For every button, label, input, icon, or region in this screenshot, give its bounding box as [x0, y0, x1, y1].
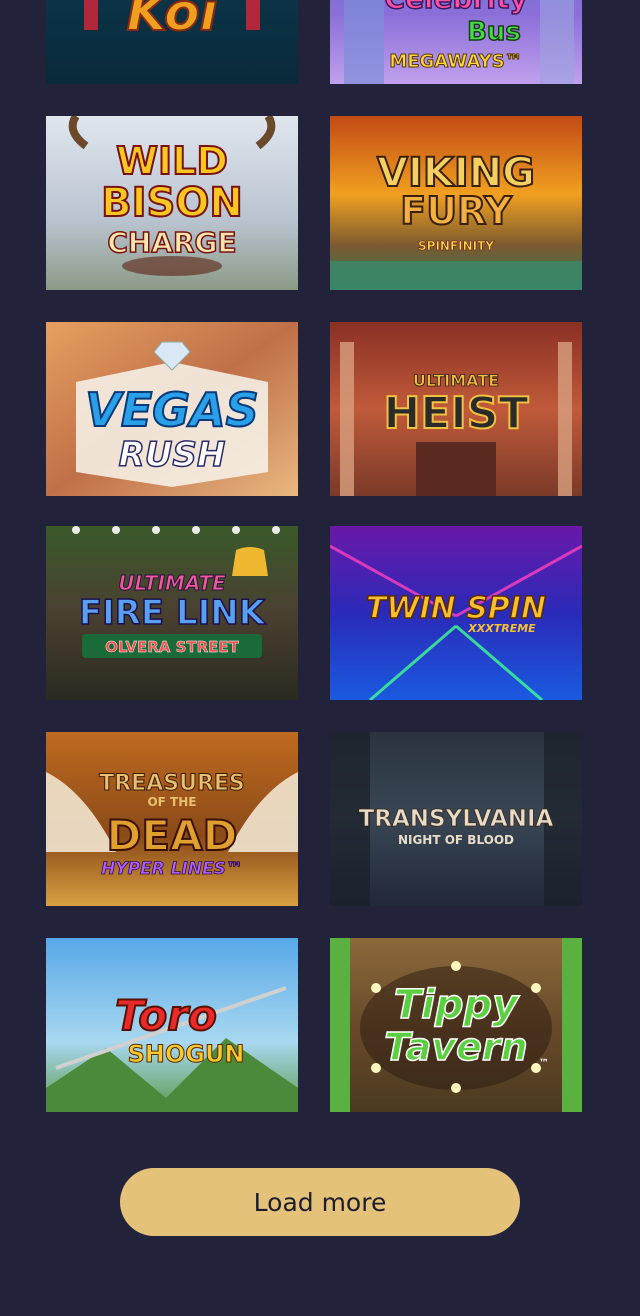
game-title-line2: Bus [467, 17, 521, 47]
game-thumbnail: VEGAS RUSH [46, 322, 298, 496]
game-grid-page: Koi Celebrity Bus MEGAWAYS™ [0, 0, 640, 1316]
game-thumbnail: ULTIMATE FIRE LINK OLVERA STREET [46, 526, 298, 700]
game-tile-celebrity-bus[interactable]: Celebrity Bus MEGAWAYS™ [330, 0, 582, 84]
game-thumbnail: Koi [46, 0, 298, 84]
game-subtitle: HYPER LINES™ [101, 859, 243, 879]
game-subtitle: XXXTREME [467, 622, 536, 635]
load-more-button[interactable]: Load more [120, 1168, 520, 1236]
game-thumbnail: TRANSYLVANIA NIGHT OF BLOOD [330, 732, 582, 906]
game-title-line1: TWIN SPIN [366, 591, 546, 626]
game-title-line1: TRANSYLVANIA [359, 806, 554, 832]
game-thumbnail: VIKING FURY SPINFINITY [330, 116, 582, 290]
game-tile-tippy-tavern[interactable]: Tippy Tavern ™ [330, 938, 582, 1112]
game-title-line1: WILD [116, 139, 228, 183]
game-subtitle: MEGAWAYS™ [389, 51, 522, 72]
game-thumbnail: Celebrity Bus MEGAWAYS™ [330, 0, 582, 84]
game-tile-viking-fury[interactable]: VIKING FURY SPINFINITY [330, 116, 582, 290]
game-title-line2: FIRE LINK [79, 593, 267, 633]
game-title-line3: CHARGE [107, 226, 236, 259]
game-title-line2: RUSH [119, 435, 226, 475]
game-thumbnail: TWIN SPIN XXXTREME [330, 526, 582, 700]
game-title-line1: Toro [115, 991, 217, 1040]
game-thumbnail: TREASURES OF THE DEAD HYPER LINES™ [46, 732, 298, 906]
game-title-line1: TREASURES [99, 771, 245, 796]
game-title-line1: Celebrity [384, 0, 527, 15]
game-tile-koi[interactable]: Koi [46, 0, 298, 84]
game-tile-transylvania-night-of-blood[interactable]: TRANSYLVANIA NIGHT OF BLOOD [330, 732, 582, 906]
game-tile-wild-bison-charge[interactable]: WILD BISON CHARGE [46, 116, 298, 290]
game-subtitle: NIGHT OF BLOOD [398, 833, 514, 847]
game-tile-twin-spin-xxxtreme[interactable]: TWIN SPIN XXXTREME [330, 526, 582, 700]
game-title-line2: FURY [400, 189, 512, 233]
game-thumbnail: Tippy Tavern ™ [330, 938, 582, 1112]
game-tile-toro-shogun[interactable]: Toro SHOGUN [46, 938, 298, 1112]
game-thumbnail: WILD BISON CHARGE [46, 116, 298, 290]
game-title-line1: ULTIMATE [118, 571, 226, 595]
game-thumbnail: Toro SHOGUN [46, 938, 298, 1112]
trademark-symbol: ™ [539, 1058, 549, 1069]
game-title-line2: Tavern [384, 1025, 527, 1069]
game-title-line2: OF THE [147, 795, 196, 809]
game-tile-ultimate-fire-link-olvera-street[interactable]: ULTIMATE FIRE LINK OLVERA STREET [46, 526, 298, 700]
game-title-line1: VEGAS [85, 383, 259, 437]
game-title-line3: DEAD [107, 811, 238, 860]
game-thumbnail: ULTIMATE HEIST [330, 322, 582, 496]
game-subtitle: SPINFINITY [418, 239, 494, 253]
game-tile-treasures-of-the-dead[interactable]: TREASURES OF THE DEAD HYPER LINES™ [46, 732, 298, 906]
game-title-line2: SHOGUN [127, 1040, 244, 1068]
game-title: Koi [127, 0, 219, 43]
game-tile-ultimate-heist[interactable]: ULTIMATE HEIST [330, 322, 582, 496]
game-title-line2: HEIST [384, 388, 529, 439]
game-title-line2: BISON [101, 180, 243, 226]
game-title-line1: Tippy [394, 982, 520, 1028]
game-tile-vegas-rush[interactable]: VEGAS RUSH [46, 322, 298, 496]
game-subtitle: OLVERA STREET [105, 638, 240, 656]
